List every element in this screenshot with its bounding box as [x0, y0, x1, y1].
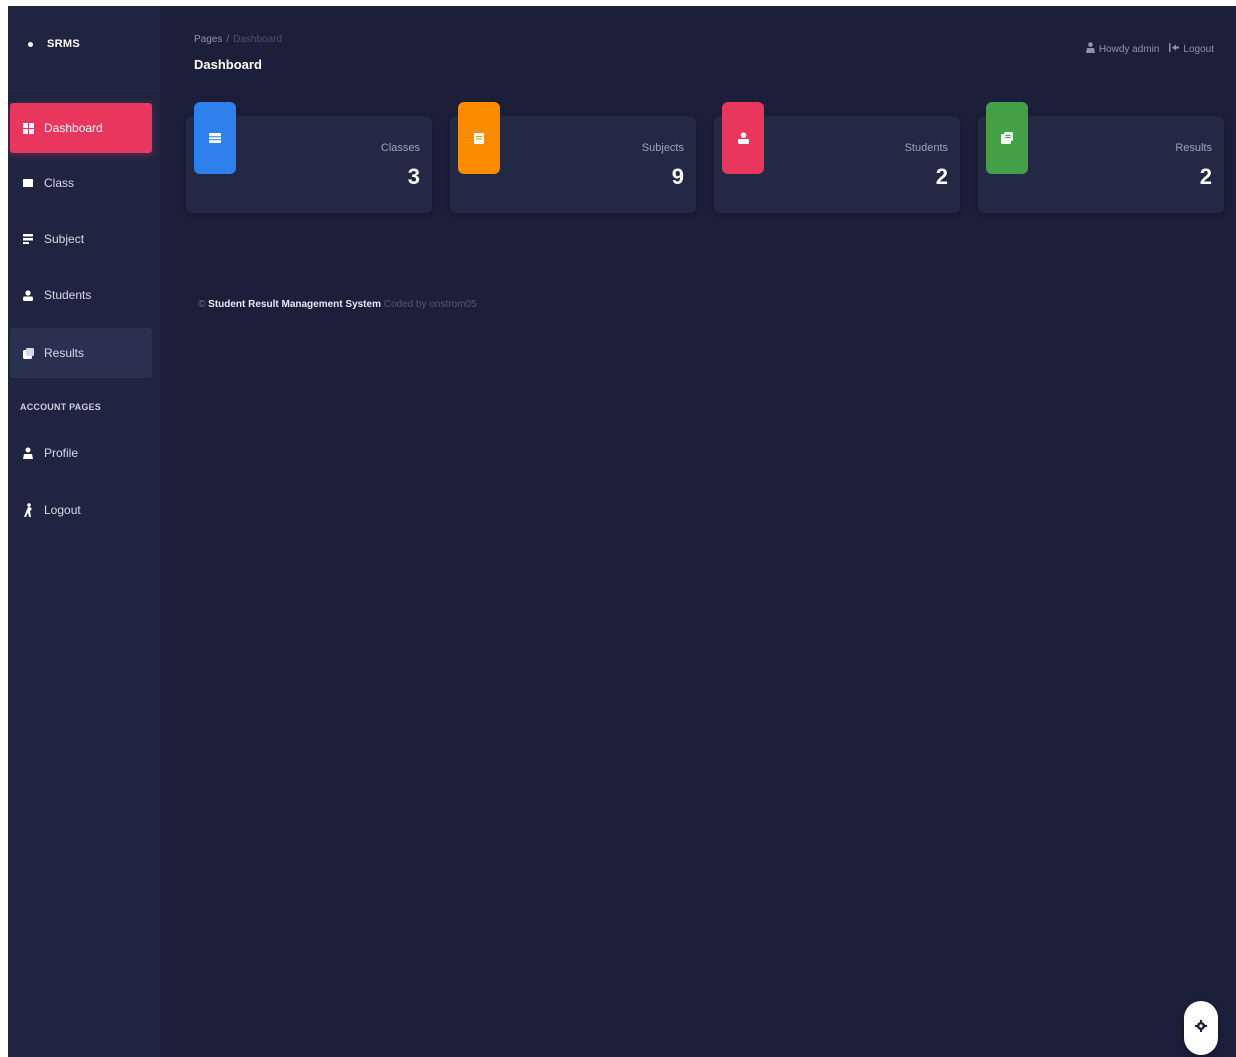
sign-out-icon — [1169, 43, 1180, 55]
stat-label: Classes — [380, 142, 420, 154]
sidebar-item-students[interactable]: Students — [10, 270, 152, 320]
sidebar-item-dashboard[interactable]: Dashboard — [10, 103, 152, 153]
gear-icon — [1195, 1019, 1207, 1037]
footer: © Student Result Management System Coded… — [198, 299, 477, 310]
footer-credit: Coded by onstrom05 — [383, 299, 477, 310]
class-icon — [22, 177, 34, 189]
sidebar: SRMS Dashboard Class Subject Students Re… — [8, 6, 160, 1057]
brand-name: SRMS — [47, 38, 80, 50]
brand-logo-icon — [28, 41, 33, 47]
stat-value: 2 — [935, 164, 948, 189]
breadcrumb-separator: / — [226, 34, 230, 45]
greeting-text: Howdy admin — [1098, 43, 1160, 55]
students-icon — [22, 289, 34, 301]
sidebar-item-label: Subject — [44, 232, 85, 246]
subjects-icon — [458, 102, 500, 174]
app-frame: SRMS Dashboard Class Subject Students Re… — [8, 6, 1236, 1057]
footer-app-name[interactable]: Student Result Management System — [208, 299, 381, 310]
copyright-symbol: © — [198, 299, 206, 310]
sidebar-divider — [8, 90, 160, 91]
page-title: Dashboard — [194, 57, 262, 72]
sidebar-item-logout[interactable]: Logout — [10, 485, 152, 535]
sidebar-item-results[interactable]: Results — [10, 328, 152, 378]
sidebar-item-class[interactable]: Class — [10, 158, 152, 208]
logout-icon — [22, 503, 34, 517]
results-icon — [986, 102, 1028, 174]
breadcrumb-current: Dashboard — [233, 34, 283, 45]
sidebar-item-profile[interactable]: Profile — [10, 428, 152, 478]
sidebar-item-subject[interactable]: Subject — [10, 214, 152, 264]
sidebar-item-label: Class — [44, 176, 75, 190]
stat-card-classes[interactable]: Classes 3 — [186, 102, 432, 213]
profile-icon — [22, 447, 34, 459]
results-icon — [22, 347, 34, 359]
stat-label: Subjects — [641, 142, 684, 154]
subject-icon — [22, 233, 34, 245]
stat-value: 3 — [407, 164, 420, 189]
brand[interactable]: SRMS — [28, 34, 80, 54]
stat-card-subjects[interactable]: Subjects 9 — [450, 102, 696, 213]
students-icon — [722, 102, 764, 174]
sidebar-item-label: Results — [44, 346, 85, 360]
stat-card-results[interactable]: Results 2 — [978, 102, 1224, 213]
sidebar-item-label: Profile — [44, 446, 79, 460]
breadcrumb-root[interactable]: Pages — [194, 34, 222, 45]
classes-icon — [194, 102, 236, 174]
stat-label: Results — [1175, 142, 1212, 154]
sidebar-section-label: ACCOUNT PAGES — [20, 402, 101, 412]
stat-card-students[interactable]: Students 2 — [714, 102, 960, 213]
sidebar-item-label: Logout — [44, 503, 81, 517]
dashboard-icon — [22, 122, 34, 134]
header-logout-link[interactable]: Logout — [1169, 43, 1214, 55]
user-bar: Howdy admin Logout — [1085, 42, 1214, 56]
stat-label: Students — [904, 142, 948, 154]
sidebar-item-label: Students — [44, 288, 92, 302]
user-greeting[interactable]: Howdy admin — [1085, 42, 1160, 56]
stat-value: 2 — [1199, 164, 1212, 189]
settings-button[interactable] — [1184, 1001, 1218, 1055]
stat-value: 9 — [671, 164, 684, 189]
logout-text: Logout — [1183, 43, 1214, 55]
breadcrumb: Pages / Dashboard — [194, 34, 282, 45]
sidebar-item-label: Dashboard — [44, 121, 103, 135]
user-icon — [1085, 42, 1095, 56]
